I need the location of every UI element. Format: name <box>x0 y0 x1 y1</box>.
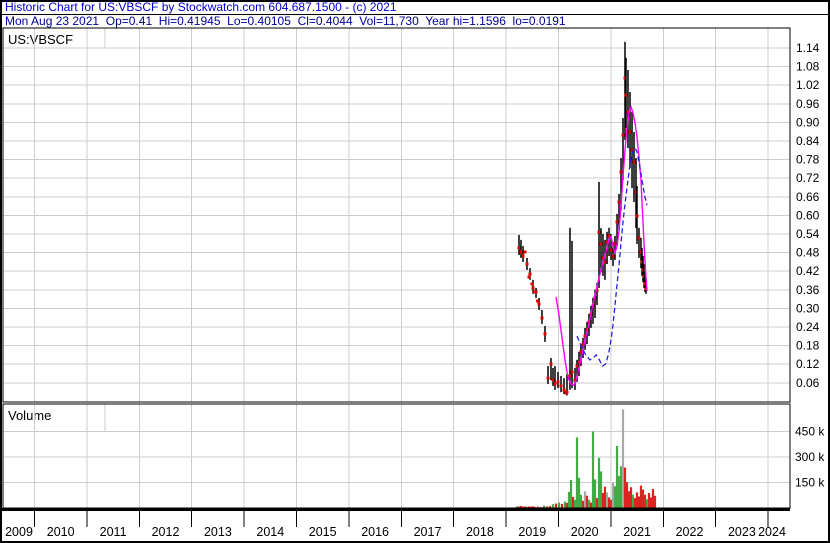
svg-text:2009: 2009 <box>5 525 33 539</box>
svg-text:0.78: 0.78 <box>796 153 820 167</box>
svg-text:2022: 2022 <box>676 525 704 539</box>
svg-text:2010: 2010 <box>47 525 75 539</box>
svg-text:2021: 2021 <box>623 525 651 539</box>
svg-text:150 k: 150 k <box>795 476 825 490</box>
svg-text:0.18: 0.18 <box>796 339 820 353</box>
svg-text:0.72: 0.72 <box>796 171 820 185</box>
svg-text:0.24: 0.24 <box>796 320 820 334</box>
volume-axis-labels: 450 k 300 k 150 k <box>795 425 825 490</box>
svg-text:1.02: 1.02 <box>796 78 820 92</box>
svg-text:2019: 2019 <box>518 525 546 539</box>
svg-text:0.12: 0.12 <box>796 357 820 371</box>
svg-text:0.42: 0.42 <box>796 264 820 278</box>
svg-text:1.14: 1.14 <box>796 41 820 55</box>
svg-text:0.96: 0.96 <box>796 97 820 111</box>
svg-text:0.36: 0.36 <box>796 283 820 297</box>
svg-text:0.54: 0.54 <box>796 227 820 241</box>
svg-text:2011: 2011 <box>100 525 127 539</box>
svg-text:450 k: 450 k <box>795 425 825 439</box>
volume-bars <box>516 409 656 508</box>
svg-text:0.66: 0.66 <box>796 190 820 204</box>
svg-text:0.06: 0.06 <box>796 376 820 390</box>
svg-text:2018: 2018 <box>466 525 494 539</box>
svg-text:300 k: 300 k <box>795 450 825 464</box>
svg-text:2013: 2013 <box>204 525 232 539</box>
svg-text:2012: 2012 <box>152 525 180 539</box>
svg-text:2016: 2016 <box>361 525 389 539</box>
svg-text:0.48: 0.48 <box>796 246 820 260</box>
svg-text:2017: 2017 <box>414 525 442 539</box>
price-axis-labels: 1.14 1.08 1.02 0.96 0.90 0.84 0.78 0.72 0.66 0.60… <box>796 41 820 390</box>
svg-text:0.90: 0.90 <box>796 115 820 129</box>
price-bars <box>517 42 647 396</box>
svg-text:2024: 2024 <box>758 525 786 539</box>
svg-text:0.30: 0.30 <box>796 301 820 315</box>
svg-text:2020: 2020 <box>571 525 599 539</box>
svg-text:0.60: 0.60 <box>796 208 820 222</box>
svg-text:2015: 2015 <box>309 525 337 539</box>
svg-text:2014: 2014 <box>256 525 284 539</box>
svg-text:0.84: 0.84 <box>796 134 820 148</box>
year-axis-labels: 2009 2010 2011 2012 2013 2014 2015 2016 2017 2018… <box>5 525 786 539</box>
gridlines <box>3 28 790 508</box>
price-volume-chart: 1.14 1.08 1.02 0.96 0.90 0.84 0.78 0.72 0.66 0.60… <box>0 0 830 543</box>
svg-text:2023: 2023 <box>728 525 756 539</box>
stock-chart-window: Historic Chart for US:VBSCF by Stockwatc… <box>0 0 830 543</box>
svg-text:1.08: 1.08 <box>796 60 820 74</box>
